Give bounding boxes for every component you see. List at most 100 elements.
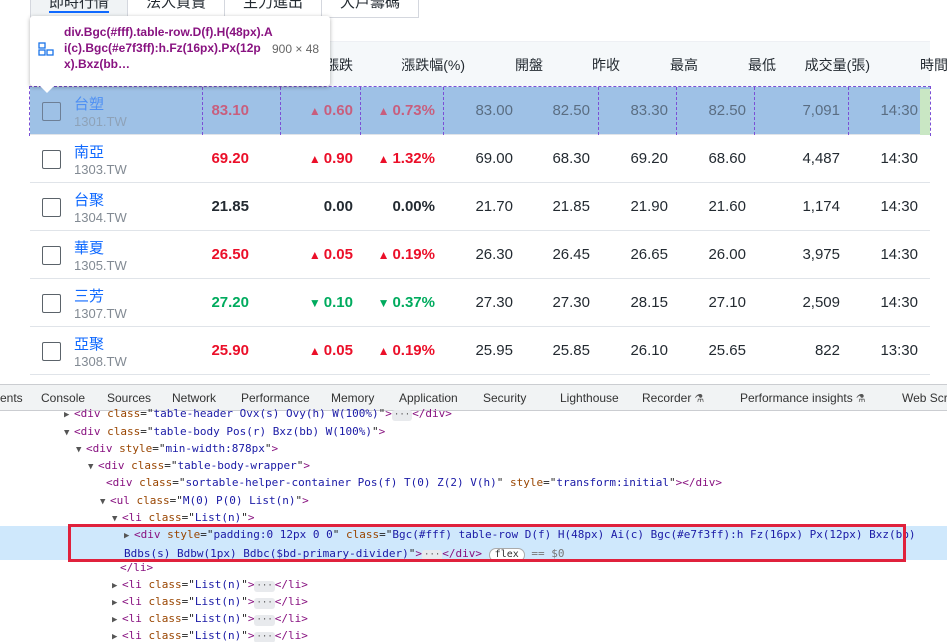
close-tag: </div> xyxy=(412,407,452,420)
open-tag: < xyxy=(122,629,129,642)
dom-node-line[interactable]: ▼ <ul class="M(0) P(0) List(n)"> xyxy=(0,492,947,509)
tab-3[interactable]: 大戶籌碼 xyxy=(321,0,420,18)
column-header[interactable]: 漲跌幅(%) xyxy=(401,42,465,88)
expand-triangle-icon[interactable]: ▶ xyxy=(112,629,122,642)
cell-value: 0.60 xyxy=(323,102,353,119)
expand-triangle-icon[interactable]: ▶ xyxy=(64,407,74,424)
column-header[interactable]: 開盤 xyxy=(515,42,543,88)
devtools-tab-label: Recorder xyxy=(642,391,692,405)
dom-node-line[interactable]: ▼ <div style="min-width:878px"> xyxy=(0,440,947,457)
row-checkbox[interactable] xyxy=(42,246,61,265)
stock-name-link[interactable]: 華夏 xyxy=(74,237,104,258)
column-header[interactable]: 最高 xyxy=(670,42,698,88)
column-header[interactable]: 最低 xyxy=(748,42,776,88)
close-tag: </div> xyxy=(682,476,722,489)
stock-code: 1303.TW xyxy=(74,162,127,177)
table-row[interactable]: 台塑 1301.TW 83.10 ▲ 0.60 ▲ 0.73% 83.00 82.50 83.30… xyxy=(29,86,931,136)
attr-value: List(n) xyxy=(194,595,242,608)
ellipsis-button[interactable]: ··· xyxy=(254,598,275,609)
table-row[interactable]: 南亞 1303.TW 69.20 ▲ 0.90 ▲ 1.32% 69.00 68.30 69.20… xyxy=(30,135,930,183)
down-arrow-icon: ▼ xyxy=(377,296,390,310)
row-checkbox[interactable] xyxy=(42,294,61,313)
row-checkbox[interactable] xyxy=(42,198,61,217)
cell-change: ▲ 0.60 xyxy=(309,87,353,135)
tag-name: div xyxy=(80,407,101,420)
cell-value: 0.05 xyxy=(323,342,353,359)
column-header[interactable]: 時間 xyxy=(920,42,947,88)
ellipsis-button[interactable]: ··· xyxy=(254,632,275,642)
cell-change: ▲ 0.05 xyxy=(309,231,353,279)
stock-name-link[interactable]: 南亞 xyxy=(74,141,104,162)
cell-value: 83.10 xyxy=(211,102,249,119)
cell-high: 28.15 xyxy=(630,279,668,327)
column-guide xyxy=(202,87,203,135)
column-guide xyxy=(754,87,755,135)
cell-value: 0.73% xyxy=(392,102,435,119)
column-header[interactable]: 昨收 xyxy=(592,42,620,88)
dom-node-line[interactable]: ▶ <li class="List(n)"> ··· </li> xyxy=(0,593,947,610)
dom-node-line[interactable]: ▶ <li class="List(n)"> ··· </li> xyxy=(0,610,947,627)
cell-value: 69.00 xyxy=(475,150,513,167)
cell-value: 82.50 xyxy=(708,102,746,119)
table-row[interactable]: 華夏 1305.TW 26.50 ▲ 0.05 ▲ 0.19% 26.30 26.45 26.65… xyxy=(30,231,930,279)
attr-quote: " xyxy=(241,578,248,591)
down-arrow-icon: ▼ xyxy=(308,296,321,310)
devtools-tab-label: Application xyxy=(399,391,458,405)
cell-price: 26.50 xyxy=(211,231,249,279)
open-tag-end: > xyxy=(247,612,255,625)
attr-value: M(0) P(0) List(n) xyxy=(182,494,296,507)
cell-low: 68.60 xyxy=(708,135,746,183)
ellipsis-button[interactable]: ··· xyxy=(391,410,413,421)
attr-eq: =" xyxy=(181,612,195,625)
cell-price: 69.20 xyxy=(211,135,249,183)
cell-pct: ▲ 0.19% xyxy=(378,231,435,279)
cell-value: 68.30 xyxy=(552,150,590,167)
attr-value: table-body Pos(r) Bxz(bb) W(100%) xyxy=(153,425,373,438)
dom-node-line[interactable]: ▶ <li class="List(n)"> ··· </li> xyxy=(0,627,947,642)
up-arrow-icon: ▲ xyxy=(308,344,321,358)
dom-node-line[interactable]: <div class="sortable-helper-container Po… xyxy=(0,474,947,491)
tag-name: li xyxy=(128,578,142,591)
cell-value: 0.00% xyxy=(392,198,435,215)
row-checkbox[interactable] xyxy=(42,102,61,121)
column-header[interactable]: 成交量(張) xyxy=(805,42,870,88)
cell-value: 13:30 xyxy=(880,342,918,359)
row-checkbox[interactable] xyxy=(42,150,61,169)
open-tag: < xyxy=(86,442,93,455)
cell-value: 822 xyxy=(814,342,840,359)
cell-high: 26.10 xyxy=(630,327,668,375)
table-row[interactable]: 台聚 1304.TW 21.85 0.00 0.00% 21.70 21.85 21.90 21… xyxy=(30,183,930,231)
table-row[interactable]: 三芳 1307.TW 27.20 ▼ 0.10 ▼ 0.37% 27.30 27.30 28.15… xyxy=(30,279,930,327)
dom-node-line[interactable]: ▶ <div class="table-header Ovx(s) Ovy(h) … xyxy=(0,405,947,422)
cell-prev: 25.85 xyxy=(552,327,590,375)
cell-value: 26.30 xyxy=(475,246,513,263)
cell-value: 14:30 xyxy=(880,294,918,311)
stock-name-link[interactable]: 三芳 xyxy=(74,285,104,306)
devtools-tab-label: Performance xyxy=(241,391,310,405)
up-arrow-icon: ▲ xyxy=(377,152,390,166)
cell-prev: 26.45 xyxy=(552,231,590,279)
stock-name-link[interactable]: 台塑 xyxy=(74,93,104,114)
stock-code: 1304.TW xyxy=(74,210,127,225)
tab-label: 即時行情 xyxy=(49,0,110,13)
table-row[interactable]: 亞聚 1308.TW 25.90 ▲ 0.05 ▲ 0.19% 25.95 25.85 26.10… xyxy=(30,327,930,375)
cell-time: 13:30 xyxy=(880,327,918,375)
ellipsis-button[interactable]: ··· xyxy=(254,615,275,626)
cell-value: 26.00 xyxy=(708,246,746,263)
cell-value: 3,975 xyxy=(802,246,840,263)
attr-sep xyxy=(142,511,149,524)
stock-code: 1307.TW xyxy=(74,306,127,321)
attr-name: class xyxy=(148,629,182,642)
devtools-tab-label: Lighthouse xyxy=(560,391,619,405)
attr-name: class xyxy=(148,511,182,524)
stock-name-link[interactable]: 台聚 xyxy=(74,189,104,210)
stock-name-link[interactable]: 亞聚 xyxy=(74,333,104,354)
dom-node-line[interactable]: ▶ <li class="List(n)"> ··· </li> xyxy=(0,576,947,593)
row-checkbox[interactable] xyxy=(42,342,61,361)
dom-node-line[interactable]: ▼ <div class="table-body Pos(r) Bxz(bb) W… xyxy=(0,423,947,440)
tag-name: div xyxy=(80,425,101,438)
devtools-tab-label: ents xyxy=(0,391,23,405)
dom-node-line[interactable]: ▼ <div class="table-body-wrapper"> xyxy=(0,457,947,474)
ellipsis-button[interactable]: ··· xyxy=(254,581,275,592)
tooltip-selector: div.Bgc(#fff).table-row.D(f).H(48px).Ai(… xyxy=(64,25,273,71)
